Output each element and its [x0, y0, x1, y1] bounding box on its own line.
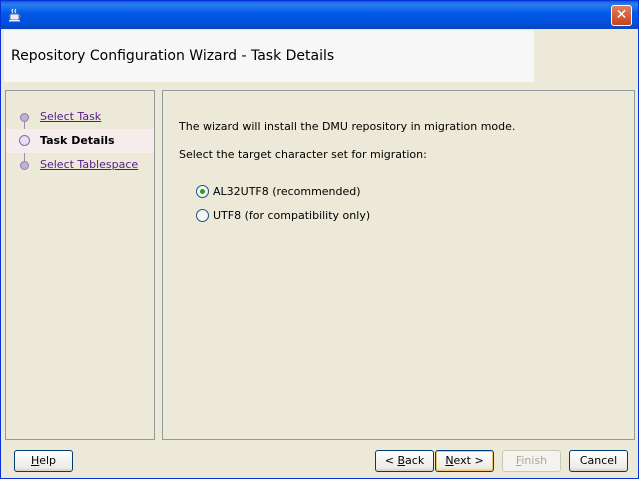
cancel-button[interactable]: Cancel	[569, 450, 628, 472]
step-label[interactable]: Select Tablespace	[40, 158, 138, 171]
finish-label-rest: inish	[521, 454, 548, 467]
step-label: Task Details	[40, 134, 115, 147]
radio-label[interactable]: UTF8 (for compatibility only)	[213, 209, 370, 222]
step-task-details: Task Details	[6, 129, 154, 153]
radio-al32utf8[interactable]: AL32UTF8 (recommended)	[196, 184, 396, 200]
back-button[interactable]: < Back	[375, 450, 434, 472]
step-label[interactable]: Select Task	[40, 110, 101, 123]
close-icon: ✕	[615, 7, 628, 23]
close-button[interactable]: ✕	[611, 5, 632, 26]
next-button[interactable]: Next >	[435, 450, 494, 472]
back-mnemonic: B	[397, 454, 406, 467]
step-select-task[interactable]: Select Task	[6, 106, 154, 128]
radio-button[interactable]	[196, 185, 209, 198]
radio-selected-dot	[200, 189, 205, 194]
back-prefix: <	[384, 454, 398, 467]
header-fade	[534, 30, 634, 82]
step-dot-icon	[20, 113, 29, 122]
content-panel: The wizard will install the DMU reposito…	[162, 90, 635, 440]
step-dot-icon	[20, 161, 29, 170]
java-cup-icon	[7, 7, 23, 23]
next-label-rest: ext >	[453, 454, 484, 467]
step-current-dot-icon	[19, 135, 30, 146]
help-mnemonic: H	[30, 454, 40, 467]
step-select-tablespace[interactable]: Select Tablespace	[6, 154, 154, 176]
finish-button: Finish	[502, 450, 561, 472]
back-label-rest: ack	[405, 454, 425, 467]
help-label-rest: elp	[39, 454, 57, 467]
radio-utf8[interactable]: UTF8 (for compatibility only)	[196, 208, 416, 224]
steps-panel: Select Task Task Details Select Tablespa…	[5, 90, 155, 440]
radio-button[interactable]	[196, 209, 209, 222]
info-text: The wizard will install the DMU reposito…	[179, 120, 516, 133]
wizard-window: ✕ Repository Configuration Wizard - Task…	[0, 0, 639, 479]
page-title: Repository Configuration Wizard - Task D…	[11, 48, 335, 64]
next-mnemonic: N	[445, 454, 454, 467]
help-button[interactable]: Help	[14, 450, 73, 472]
prompt-text: Select the target character set for migr…	[179, 148, 427, 161]
radio-label[interactable]: AL32UTF8 (recommended)	[213, 185, 361, 198]
title-bar[interactable]: ✕	[1, 1, 638, 29]
wizard-header: Repository Configuration Wizard - Task D…	[4, 30, 634, 82]
